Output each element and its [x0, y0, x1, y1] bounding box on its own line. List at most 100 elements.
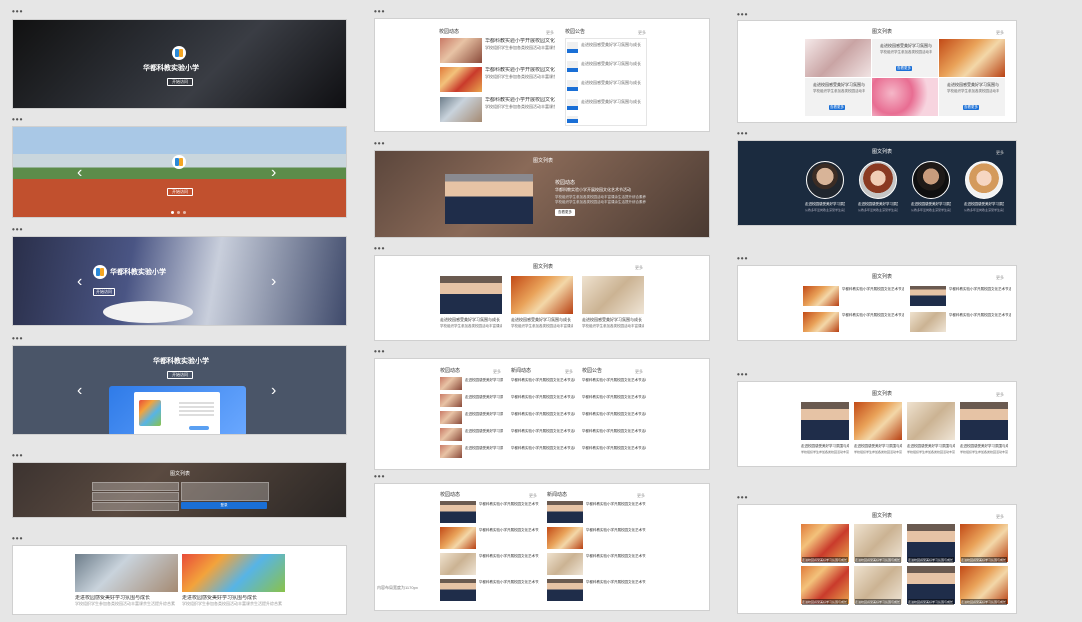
list-thumb[interactable]: [803, 312, 839, 332]
tab-campus[interactable]: 校园动态: [440, 368, 460, 375]
teacher-avatar[interactable]: [806, 161, 844, 199]
news-thumb[interactable]: [547, 501, 583, 523]
list-title[interactable]: 华都科教实验小学开展校园文化艺术节活动: [949, 286, 1011, 292]
next-arrow-icon[interactable]: ›: [271, 274, 276, 290]
more-link[interactable]: 更多: [635, 369, 643, 375]
list-title[interactable]: 华都科教实验小学开展校园文化艺术节活动: [842, 286, 904, 292]
list-thumb[interactable]: [803, 286, 839, 306]
notice-title[interactable]: 走进校园感受美好学习氛围与成长: [581, 42, 645, 48]
more-link[interactable]: 更多: [996, 275, 1004, 281]
tab-news[interactable]: 新闻动态: [511, 368, 531, 375]
list-thumb[interactable]: [910, 286, 946, 306]
message-textarea[interactable]: [181, 482, 269, 501]
article-image[interactable]: [582, 276, 644, 314]
featured-title[interactable]: 华都科教实验小学开展校园文化艺术节活动: [555, 187, 655, 193]
carousel-dot[interactable]: [177, 211, 180, 214]
teacher-avatar[interactable]: [965, 161, 1003, 199]
module-handle[interactable]: •••: [12, 335, 23, 343]
article-image[interactable]: [854, 402, 902, 440]
news-thumb[interactable]: [440, 501, 476, 523]
enter-button[interactable]: 开始访问: [167, 188, 193, 196]
news-title[interactable]: 华都科教实验小学开展校园文化艺术节活动: [586, 579, 646, 585]
submit-button[interactable]: 登录: [181, 502, 267, 509]
teacher-photo[interactable]: [445, 174, 533, 224]
news-thumb[interactable]: [440, 527, 476, 549]
article-image[interactable]: [960, 402, 1008, 440]
news-thumb[interactable]: [547, 527, 583, 549]
news-title[interactable]: 走进校园感受美好学习氛围与成长: [465, 445, 503, 451]
name-input[interactable]: [92, 482, 179, 491]
news-title[interactable]: 华都科教实验小学开展校园文化艺术节活动: [479, 527, 539, 533]
news-title[interactable]: 走进校园感受美好学习氛围与成长: [465, 428, 503, 434]
more-link[interactable]: 更多: [546, 30, 554, 36]
news-title[interactable]: 华都科教实验小学开展校园文化艺术节活动: [582, 428, 646, 434]
news-title[interactable]: 华都科教实验小学开展校园文化艺术节活动: [485, 97, 555, 103]
module-handle[interactable]: •••: [737, 11, 748, 19]
module-handle[interactable]: •••: [374, 8, 385, 16]
module-handle[interactable]: •••: [12, 8, 23, 16]
article-image[interactable]: [440, 276, 502, 314]
news-title[interactable]: 华都科教实验小学开展校园文化艺术节活动: [582, 394, 646, 400]
article-image[interactable]: [907, 402, 955, 440]
news-thumb[interactable]: [440, 579, 476, 601]
list-title[interactable]: 华都科教实验小学开展校园文化艺术节活动: [949, 312, 1011, 318]
news-title[interactable]: 华都科教实验小学开展校园文化艺术节活动: [485, 67, 555, 73]
news-title[interactable]: 华都科教实验小学开展校园文化艺术节活动: [479, 553, 539, 559]
view-more-button[interactable]: 查看更多: [829, 105, 845, 110]
more-link[interactable]: 更多: [493, 369, 501, 375]
view-more-button[interactable]: 查看更多: [963, 105, 979, 110]
more-link[interactable]: 更多: [529, 493, 537, 499]
module-handle[interactable]: •••: [737, 130, 748, 138]
carousel-dot[interactable]: [183, 211, 186, 214]
module-handle[interactable]: •••: [374, 245, 385, 253]
news-thumb[interactable]: [440, 553, 476, 575]
news-thumb[interactable]: [547, 553, 583, 575]
tab-notice[interactable]: 校园公告: [582, 368, 602, 375]
news-title[interactable]: 华都科教实验小学开展校园文化艺术节活动: [511, 445, 575, 451]
more-link[interactable]: 更多: [638, 30, 646, 36]
news-title[interactable]: 华都科教实验小学开展校园文化艺术节活动: [511, 377, 575, 383]
news-thumb[interactable]: [547, 579, 583, 601]
notice-title[interactable]: 走进校园感受美好学习氛围与成长: [581, 80, 645, 86]
carousel-dot[interactable]: [171, 211, 174, 214]
more-link[interactable]: 更多: [637, 493, 645, 499]
view-more-button[interactable]: 查看更多: [896, 66, 912, 71]
news-thumb[interactable]: [440, 377, 462, 390]
tab-notice[interactable]: 校园公告: [565, 29, 585, 36]
grid-image[interactable]: [872, 78, 938, 116]
enter-button[interactable]: 开始访问: [167, 371, 193, 379]
article-image[interactable]: [75, 554, 178, 592]
news-thumb[interactable]: [440, 394, 462, 407]
email-input[interactable]: [92, 502, 179, 511]
module-handle[interactable]: •••: [737, 371, 748, 379]
grid-image[interactable]: [939, 39, 1005, 77]
module-handle[interactable]: •••: [737, 255, 748, 263]
article-image[interactable]: [182, 554, 285, 592]
tab-campus[interactable]: 校园动态: [440, 492, 460, 499]
prev-arrow-icon[interactable]: ‹: [77, 274, 82, 290]
next-arrow-icon[interactable]: ›: [271, 383, 276, 399]
news-thumb[interactable]: [440, 97, 482, 122]
module-handle[interactable]: •••: [737, 494, 748, 502]
news-title[interactable]: 华都科教实验小学开展校园文化艺术节活动: [511, 394, 575, 400]
list-title[interactable]: 华都科教实验小学开展校园文化艺术节活动: [842, 312, 904, 318]
module-handle[interactable]: •••: [12, 226, 23, 234]
teacher-avatar[interactable]: [912, 161, 950, 199]
enter-button[interactable]: 开始访问: [167, 78, 193, 86]
more-link[interactable]: 更多: [996, 30, 1004, 36]
news-title[interactable]: 走进校园感受美好学习氛围与成长: [465, 377, 503, 383]
grid-image[interactable]: [805, 39, 871, 77]
more-link[interactable]: 更多: [996, 150, 1004, 156]
view-more-button[interactable]: 查看更多: [555, 209, 575, 216]
module-handle[interactable]: •••: [12, 116, 23, 124]
news-thumb[interactable]: [440, 411, 462, 424]
notice-title[interactable]: 走进校园感受美好学习氛围与成长: [581, 99, 645, 105]
news-thumb[interactable]: [440, 445, 462, 458]
prev-arrow-icon[interactable]: ‹: [77, 165, 82, 181]
phone-input[interactable]: [92, 492, 179, 501]
news-title[interactable]: 走进校园感受美好学习氛围与成长: [465, 394, 503, 400]
module-handle[interactable]: •••: [374, 140, 385, 148]
tab-news[interactable]: 新闻动态: [547, 492, 567, 499]
news-title[interactable]: 华都科教实验小学开展校园文化艺术节活动: [479, 579, 539, 585]
list-thumb[interactable]: [910, 312, 946, 332]
